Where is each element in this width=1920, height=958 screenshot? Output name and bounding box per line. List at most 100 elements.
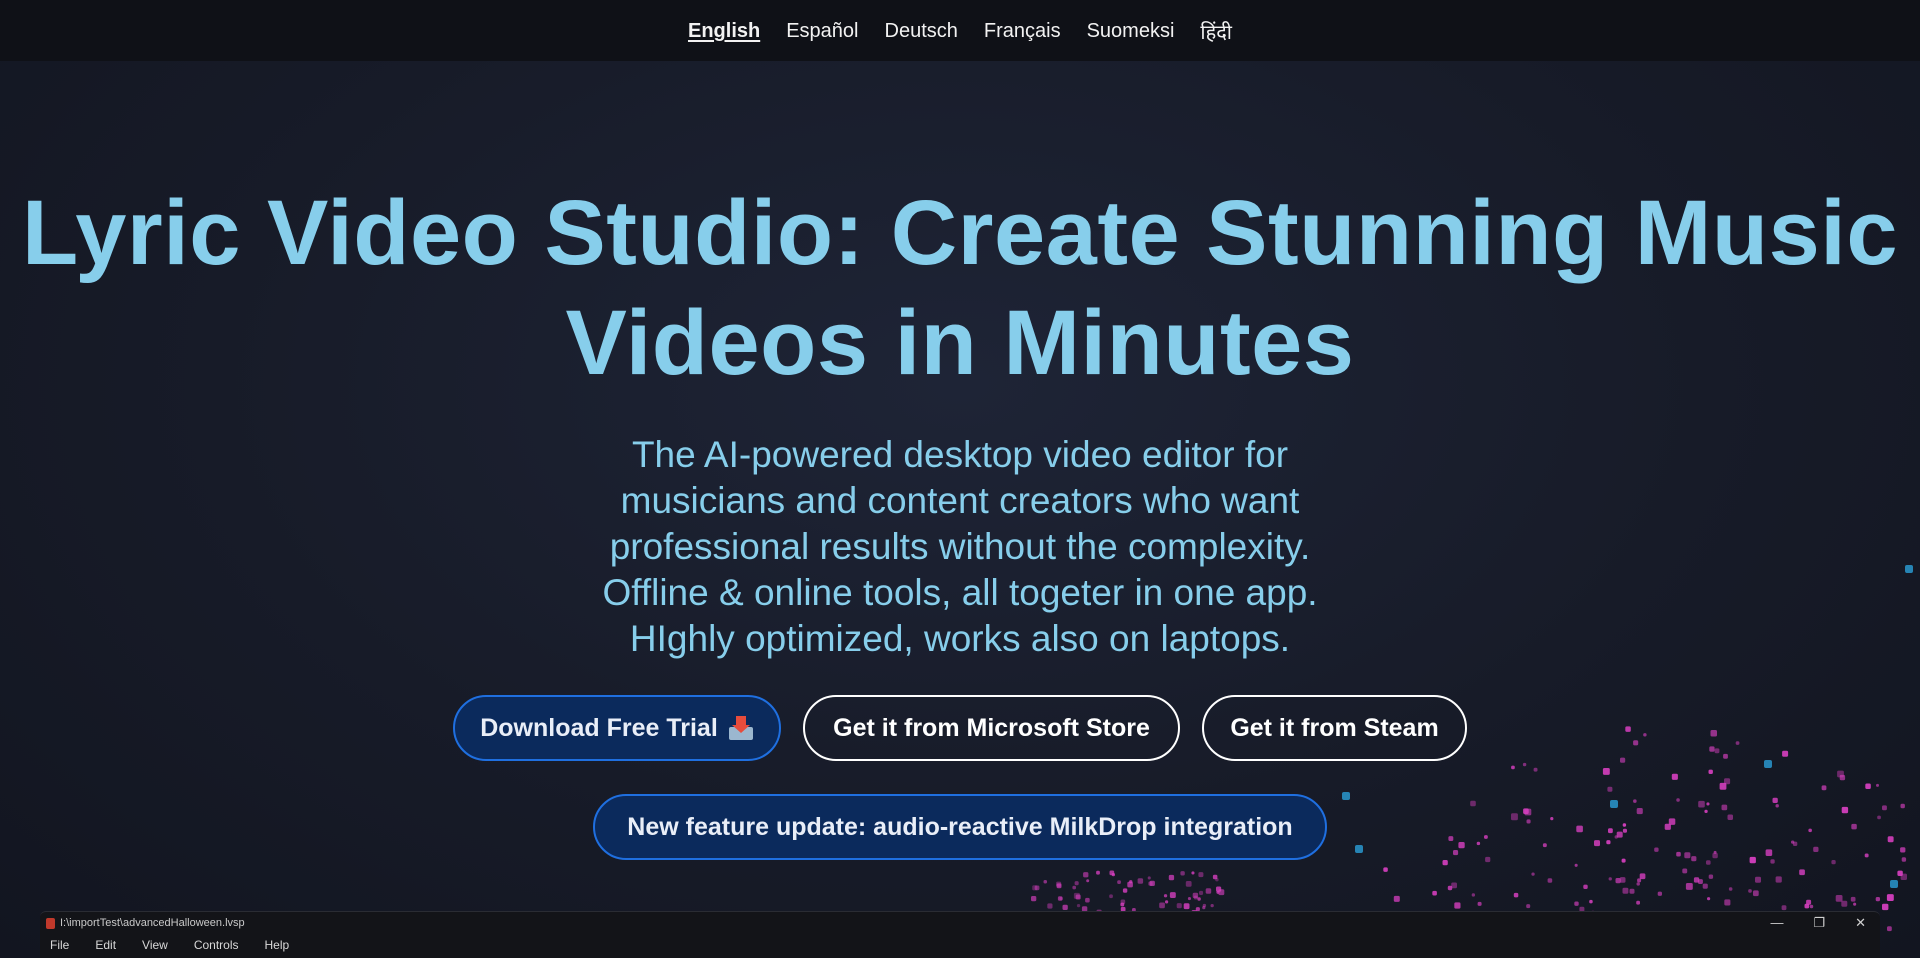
particle (1602, 768, 1610, 775)
particle (1664, 823, 1671, 830)
particle (1168, 874, 1175, 881)
particle (1633, 799, 1637, 803)
particle (1727, 814, 1733, 820)
particle (1451, 882, 1457, 889)
particle (1032, 885, 1038, 891)
particle (1622, 887, 1629, 894)
particle (1047, 903, 1053, 909)
particle (1205, 888, 1212, 894)
particle (1851, 823, 1857, 830)
particle (1850, 896, 1856, 902)
app-logo-icon (46, 917, 55, 929)
particle (1804, 903, 1810, 909)
particle (1901, 857, 1907, 862)
particle (1137, 878, 1144, 884)
particle (1625, 726, 1631, 732)
particle (1169, 892, 1176, 898)
particle (1072, 885, 1076, 890)
particle (1476, 841, 1481, 846)
particle (1753, 890, 1759, 897)
particle (1614, 835, 1618, 839)
particle (1636, 900, 1640, 905)
landing-page: English Español Deutsch Français Suomeks… (0, 0, 1920, 958)
particle (1147, 876, 1151, 880)
particle (1031, 896, 1037, 902)
particle (1470, 800, 1476, 807)
app-preview-window: I:\importTest\advancedHalloween.lvsp — ❐… (40, 911, 1880, 958)
particle (1685, 883, 1693, 890)
particle (1533, 767, 1538, 772)
inbox-tray-icon (728, 716, 754, 740)
particle (1835, 895, 1843, 902)
subtitle-line: professional results without the complex… (609, 526, 1311, 567)
particle (1342, 792, 1350, 800)
particle (1212, 874, 1218, 880)
maximize-icon[interactable]: ❐ (1813, 915, 1825, 931)
download-trial-button[interactable]: Download Free Trial (453, 695, 781, 761)
menu-controls[interactable]: Controls (194, 938, 239, 952)
menu-view[interactable]: View (142, 938, 168, 952)
particle (1393, 895, 1400, 902)
particle (1755, 876, 1761, 883)
particle (1453, 850, 1459, 856)
title-line-1: Lyric Video Studio: Create Stunning Musi… (21, 182, 1899, 284)
particle (1900, 803, 1905, 809)
close-icon[interactable]: ✕ (1855, 915, 1866, 931)
lang-german[interactable]: Deutsch (885, 18, 958, 43)
particle (1897, 870, 1903, 876)
lang-english[interactable]: English (688, 18, 760, 43)
particle (1691, 856, 1697, 862)
particle (1202, 903, 1207, 908)
particle (1484, 835, 1488, 839)
particle (1159, 902, 1165, 909)
particle (1643, 733, 1647, 737)
particle (1454, 902, 1461, 909)
menu-help[interactable]: Help (265, 938, 290, 952)
steam-button[interactable]: Get it from Steam (1202, 695, 1467, 761)
particle (1524, 808, 1532, 816)
particle (1191, 871, 1195, 875)
minimize-icon[interactable]: — (1770, 915, 1783, 931)
particle (1477, 901, 1482, 906)
particle (1594, 840, 1600, 847)
particle (1813, 846, 1819, 852)
title-line-2: Videos in Minutes (565, 292, 1355, 394)
particle (1749, 856, 1756, 864)
particle (1059, 896, 1063, 901)
particle (1657, 891, 1662, 896)
lang-spanish[interactable]: Español (786, 18, 858, 43)
particle (1383, 867, 1388, 872)
particle (1086, 879, 1090, 883)
particle (1199, 890, 1204, 895)
particle (1775, 804, 1779, 808)
subtitle-line: HIghly optimized, works also on laptops. (629, 618, 1291, 659)
particle (1180, 871, 1185, 876)
particle (1887, 926, 1892, 932)
particle (1216, 890, 1220, 894)
particle (1120, 899, 1126, 905)
lang-french[interactable]: Français (984, 18, 1061, 43)
particle (1710, 730, 1717, 737)
particle (1622, 828, 1627, 833)
particle (1589, 899, 1593, 904)
menu-file[interactable]: File (50, 938, 69, 952)
particle (1633, 740, 1639, 746)
particle (1770, 859, 1775, 864)
particle (1636, 882, 1640, 886)
particle (1458, 842, 1465, 849)
lang-finnish[interactable]: Suomeksi (1087, 18, 1175, 43)
microsoft-store-button[interactable]: Get it from Microsoft Store (803, 695, 1180, 761)
lang-hindi[interactable]: हिंदी (1200, 16, 1232, 45)
particle (1511, 765, 1515, 770)
feature-update-button[interactable]: New feature update: audio-reactive MilkD… (593, 794, 1327, 860)
page-title: Lyric Video Studio: Create Stunning Musi… (0, 178, 1920, 398)
particle (1702, 883, 1708, 889)
app-menubar: File Edit View Controls Help (40, 934, 1880, 956)
particle (1542, 843, 1547, 848)
subtitle-line: musicians and content creators who want (620, 480, 1300, 521)
particle (1629, 888, 1635, 894)
menu-edit[interactable]: Edit (95, 938, 116, 952)
particle (1709, 746, 1715, 752)
particle (1712, 852, 1718, 859)
particle (1707, 897, 1711, 901)
